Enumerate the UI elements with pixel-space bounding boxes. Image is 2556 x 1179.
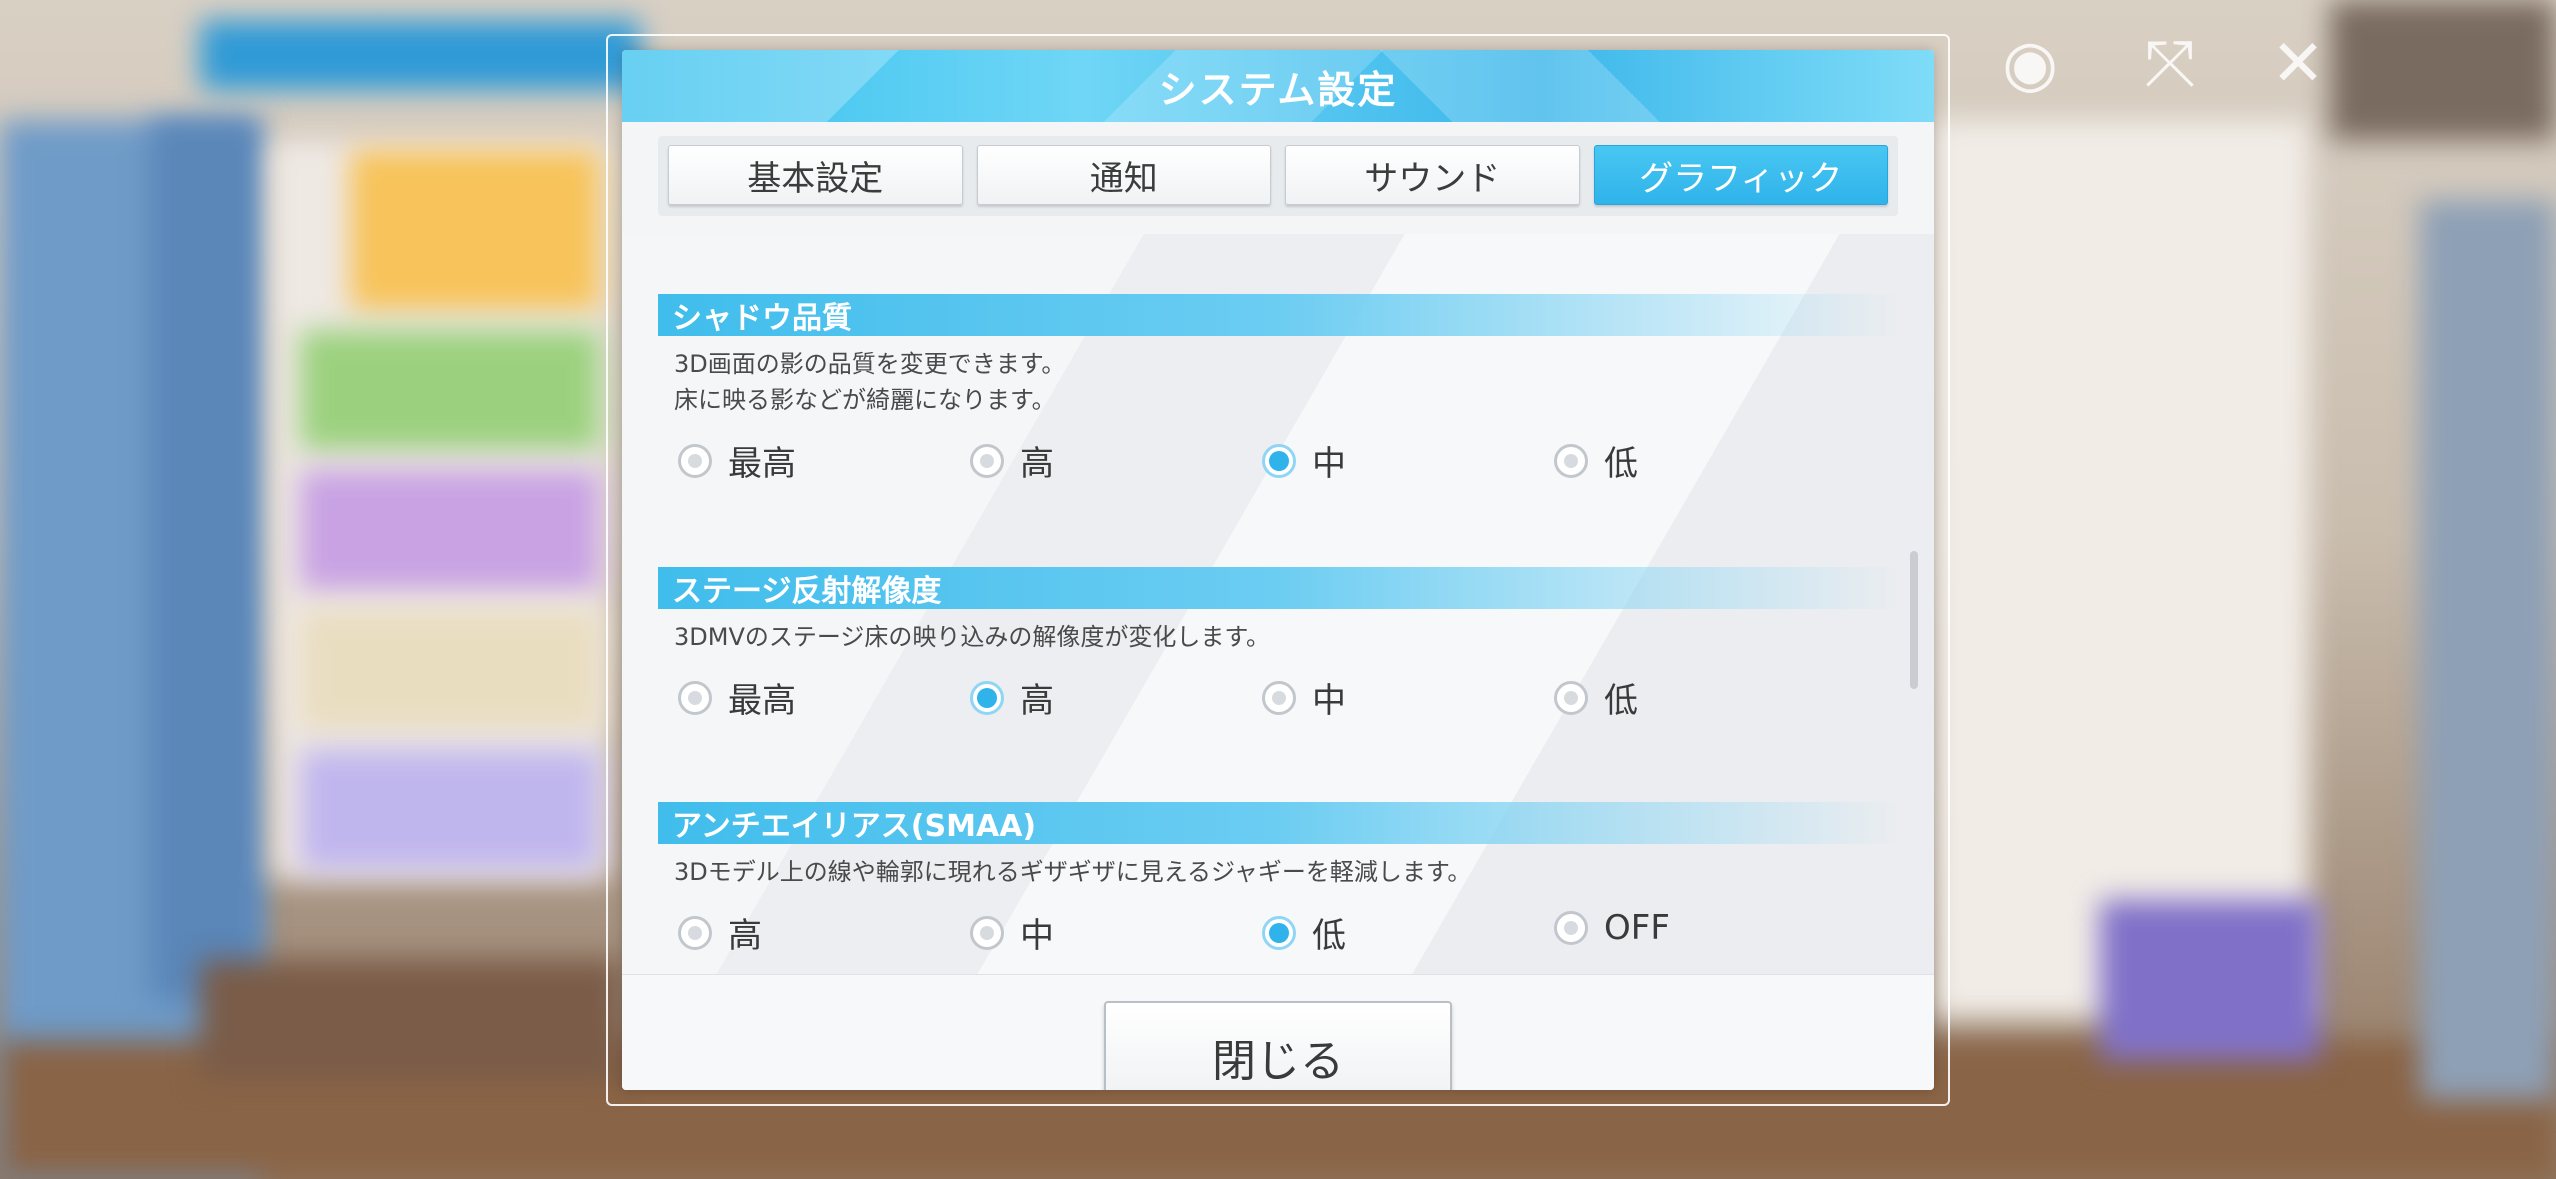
option-label: 中 bbox=[1312, 681, 1346, 721]
section-stage-reflection: ステージ反射解像度 3DMVのステージ床の映り込みの解像度が変化します。 最高 … bbox=[658, 567, 1898, 733]
section-title: シャドウ品質 bbox=[658, 294, 1898, 336]
option-label: 高 bbox=[1020, 444, 1054, 484]
tab-bar: 基本設定 通知 サウンド グラフィック bbox=[658, 136, 1898, 216]
scrollbar-thumb[interactable] bbox=[1910, 551, 1918, 689]
radio-option-low[interactable]: 低 bbox=[1262, 908, 1346, 957]
radio-option-off[interactable]: OFF bbox=[1554, 908, 1670, 948]
section-title: アンチエイリアス(SMAA) bbox=[658, 802, 1898, 844]
radio-option-low[interactable]: 低 bbox=[1554, 673, 1638, 722]
radio-group: 高 中 低 OFF bbox=[658, 908, 1898, 968]
radio-option-medium[interactable]: 中 bbox=[1262, 673, 1346, 722]
tab-sound[interactable]: サウンド bbox=[1285, 145, 1580, 205]
close-icon[interactable]: ✕ bbox=[2258, 24, 2338, 104]
option-label: 低 bbox=[1604, 444, 1638, 484]
radio-button[interactable] bbox=[970, 915, 1004, 950]
dialog-header: システム設定 bbox=[622, 50, 1934, 122]
close-button[interactable]: 閉じる bbox=[1104, 1001, 1452, 1090]
radio-option-high[interactable]: 高 bbox=[678, 908, 762, 957]
tab-notifications[interactable]: 通知 bbox=[976, 145, 1271, 205]
section-description: 3Dモデル上の線や輪郭に現れるギザギザに見えるジャギーを軽減します。 bbox=[674, 858, 1472, 886]
radio-button[interactable] bbox=[970, 443, 1004, 478]
radio-button[interactable] bbox=[1554, 680, 1588, 715]
section-description: 3D画面の影の品質を変更できます。 床に映る影などが綺麗になります。 bbox=[674, 350, 1066, 414]
radio-option-low[interactable]: 低 bbox=[1554, 436, 1638, 485]
radio-group: 最高 高 中 低 bbox=[658, 436, 1898, 496]
option-label: 低 bbox=[1312, 916, 1346, 956]
dialog-footer: 閉じる bbox=[622, 974, 1934, 1090]
dialog-title: システム設定 bbox=[1158, 67, 1398, 112]
section-shadow-quality: シャドウ品質 3D画面の影の品質を変更できます。 床に映る影などが綺麗になります… bbox=[658, 294, 1898, 496]
radio-button[interactable] bbox=[678, 915, 712, 950]
option-label: 低 bbox=[1604, 681, 1638, 721]
radio-button[interactable] bbox=[1554, 911, 1588, 945]
option-label: 中 bbox=[1312, 444, 1346, 484]
system-settings-dialog: システム設定 基本設定 通知 サウンド グラフィック シャドウ品質 3D画面の影… bbox=[622, 50, 1934, 1090]
radio-option-high[interactable]: 高 bbox=[970, 673, 1054, 722]
section-description: 3DMVのステージ床の映り込みの解像度が変化します。 bbox=[674, 623, 1270, 651]
option-label: 高 bbox=[728, 916, 762, 956]
section-title: ステージ反射解像度 bbox=[658, 567, 1898, 609]
radio-option-highest[interactable]: 最高 bbox=[678, 673, 796, 722]
radio-button[interactable] bbox=[678, 680, 712, 715]
radio-button-selected[interactable] bbox=[1262, 443, 1296, 478]
option-label: 高 bbox=[1020, 681, 1054, 721]
section-anti-aliasing: アンチエイリアス(SMAA) 3Dモデル上の線や輪郭に現れるギザギザに見えるジャ… bbox=[658, 802, 1898, 968]
radio-option-high[interactable]: 高 bbox=[970, 436, 1054, 485]
option-label: 最高 bbox=[728, 444, 796, 484]
radio-button[interactable] bbox=[678, 443, 712, 478]
option-label: 最高 bbox=[728, 681, 796, 721]
radio-option-medium[interactable]: 中 bbox=[970, 908, 1054, 957]
menu-icon[interactable]: ◉ bbox=[1990, 24, 2070, 104]
tab-graphics[interactable]: グラフィック bbox=[1593, 145, 1888, 205]
fullscreen-icon[interactable]: ⤧ bbox=[2130, 24, 2210, 104]
tab-basic-settings[interactable]: 基本設定 bbox=[668, 145, 963, 205]
radio-button[interactable] bbox=[1554, 443, 1588, 478]
radio-option-medium[interactable]: 中 bbox=[1262, 436, 1346, 485]
radio-option-highest[interactable]: 最高 bbox=[678, 436, 796, 485]
radio-button-selected[interactable] bbox=[970, 680, 1004, 715]
radio-group: 最高 高 中 低 bbox=[658, 673, 1898, 733]
option-label: OFF bbox=[1604, 908, 1670, 948]
option-label: 中 bbox=[1020, 916, 1054, 956]
radio-button[interactable] bbox=[1262, 680, 1296, 715]
settings-content: シャドウ品質 3D画面の影の品質を変更できます。 床に映る影などが綺麗になります… bbox=[622, 234, 1934, 974]
radio-button-selected[interactable] bbox=[1262, 915, 1296, 950]
